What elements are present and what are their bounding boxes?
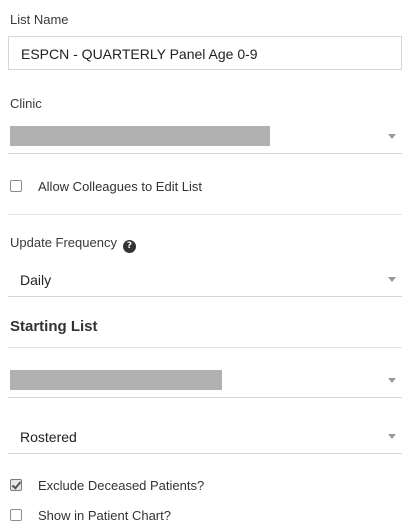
starting-list-select[interactable] bbox=[8, 364, 402, 398]
update-frequency-value: Daily bbox=[20, 272, 52, 288]
clinic-label: Clinic bbox=[10, 96, 42, 111]
list-name-value: ESPCN - QUARTERLY Panel Age 0-9 bbox=[21, 46, 258, 62]
chevron-down-icon bbox=[388, 134, 396, 139]
show-in-chart-checkbox[interactable] bbox=[10, 509, 22, 521]
exclude-deceased-row[interactable]: Exclude Deceased Patients? bbox=[10, 476, 204, 494]
starting-list-title: Starting List bbox=[10, 318, 98, 335]
exclude-deceased-checkbox[interactable] bbox=[10, 479, 22, 491]
allow-colleagues-row[interactable]: Allow Colleagues to Edit List bbox=[10, 177, 202, 195]
list-name-input[interactable]: ESPCN - QUARTERLY Panel Age 0-9 bbox=[8, 36, 402, 70]
section-divider bbox=[8, 347, 402, 348]
allow-colleagues-checkbox[interactable] bbox=[10, 180, 22, 192]
chevron-down-icon bbox=[388, 277, 396, 282]
update-frequency-label: Update Frequency bbox=[10, 235, 117, 250]
clinic-select[interactable] bbox=[8, 120, 402, 154]
exclude-deceased-label: Exclude Deceased Patients? bbox=[38, 477, 205, 493]
status-select[interactable]: Rostered bbox=[8, 420, 402, 454]
chevron-down-icon bbox=[388, 434, 396, 439]
check-icon bbox=[11, 479, 22, 490]
status-value: Rostered bbox=[20, 429, 77, 445]
help-icon[interactable]: ? bbox=[122, 239, 136, 253]
show-in-chart-label: Show in Patient Chart? bbox=[38, 507, 171, 523]
section-divider bbox=[8, 214, 402, 215]
allow-colleagues-label: Allow Colleagues to Edit List bbox=[38, 178, 203, 194]
show-in-chart-row[interactable]: Show in Patient Chart? bbox=[10, 506, 171, 524]
clinic-redacted-value bbox=[10, 126, 270, 146]
starting-list-redacted-value bbox=[10, 370, 222, 390]
list-name-label: List Name bbox=[10, 12, 69, 27]
chevron-down-icon bbox=[388, 378, 396, 383]
update-frequency-label-wrap: Update Frequency? bbox=[10, 235, 136, 253]
update-frequency-select[interactable]: Daily bbox=[8, 263, 402, 297]
